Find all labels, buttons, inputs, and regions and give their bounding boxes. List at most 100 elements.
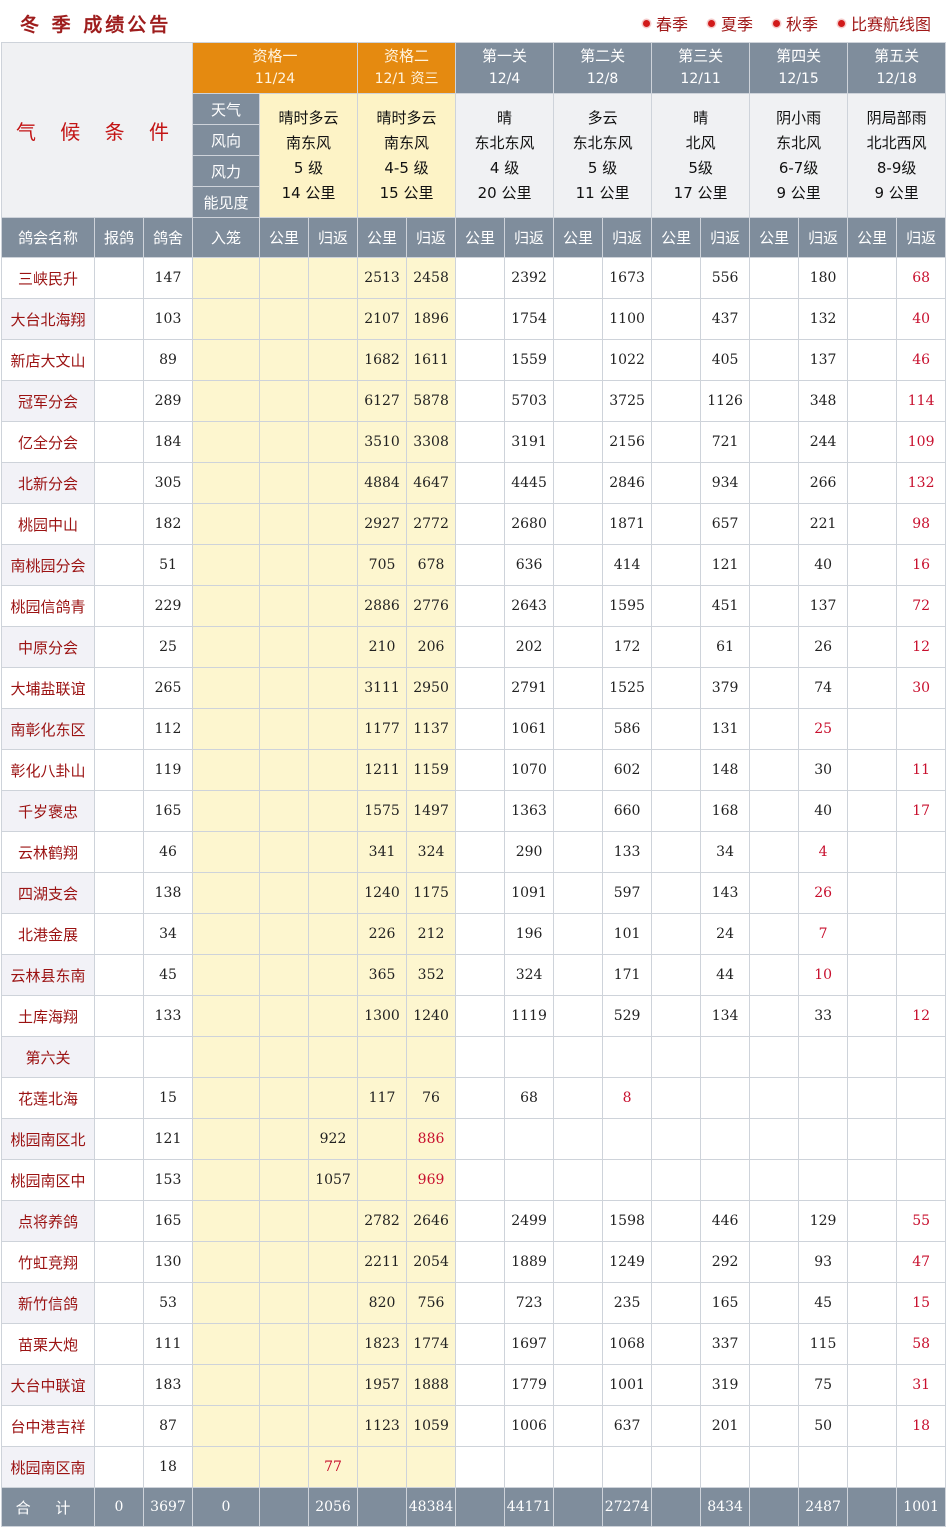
cell-value xyxy=(307,954,359,996)
cell-value: 1896 xyxy=(406,298,457,340)
cell-value xyxy=(94,298,144,340)
cell-value xyxy=(700,1446,751,1488)
cell-value: 132 xyxy=(798,298,849,340)
cell-value xyxy=(651,380,702,422)
cell-value: 112 xyxy=(143,708,193,750)
nav-link-route-map[interactable]: 比赛航线图 xyxy=(837,11,931,35)
cell-value xyxy=(307,831,359,873)
cell-value: 25 xyxy=(143,626,193,668)
cell-value xyxy=(259,790,309,832)
cell-value: 922 xyxy=(307,1118,359,1160)
cell-value xyxy=(94,1446,144,1488)
cell-value xyxy=(192,1282,260,1324)
cell-value xyxy=(455,626,506,668)
cell-value: 26 xyxy=(798,626,849,668)
table-row: 中原分会 25 210 206 202 172 61 26 12 xyxy=(1,626,947,668)
stage-name: 第二关 xyxy=(580,47,626,65)
results-table: 气 候 条 件 资格一 11/24 资格二 12/1 资三 第一关 12/4 第二关 12/8… xyxy=(1,42,947,1527)
cell-value xyxy=(94,790,144,832)
cell-value xyxy=(749,1159,800,1201)
club-name: 大台中联谊 xyxy=(1,1364,95,1406)
cell-value: 5878 xyxy=(406,380,457,422)
cell-value: 4 xyxy=(798,831,849,873)
cell-value: 292 xyxy=(700,1241,751,1283)
cell-value: 2846 xyxy=(602,462,653,504)
cell-value xyxy=(651,626,702,668)
cell-value: 1175 xyxy=(406,872,457,914)
nav-link-label: 比赛航线图 xyxy=(850,15,931,34)
column-header: 归返 xyxy=(504,217,555,258)
cell-value xyxy=(847,503,898,545)
cell-value xyxy=(307,1077,359,1119)
cell-value: 414 xyxy=(602,544,653,586)
cell-value: 226 xyxy=(357,913,408,955)
cell-value: 1240 xyxy=(406,995,457,1037)
cell-value: 1159 xyxy=(406,749,457,791)
cell-value: 1575 xyxy=(357,790,408,832)
cell-value: 137 xyxy=(798,339,849,381)
club-name: 桃园信鸽青 xyxy=(1,585,95,627)
stage-header: 第四关 12/15 xyxy=(749,42,849,94)
cell-value: 2643 xyxy=(504,585,555,627)
cell-value: 1068 xyxy=(602,1323,653,1365)
total-value xyxy=(259,1487,309,1527)
cell-value: 1611 xyxy=(406,339,457,381)
cell-value: 1871 xyxy=(602,503,653,545)
table-row: 第六关 xyxy=(1,1036,947,1078)
cell-value: 77 xyxy=(307,1446,359,1488)
total-value: 3697 xyxy=(143,1487,193,1527)
weather-value: 5 级 xyxy=(587,158,618,177)
cell-value xyxy=(455,667,506,709)
nav-link-summer[interactable]: 夏季 xyxy=(707,11,753,35)
cell-value: 597 xyxy=(602,872,653,914)
club-name: 四湖支会 xyxy=(1,872,95,914)
cell-value xyxy=(700,1118,751,1160)
cell-value: 324 xyxy=(504,954,555,996)
total-value: 48384 xyxy=(406,1487,457,1527)
weather-value: 17 公里 xyxy=(673,183,728,202)
cell-value xyxy=(94,380,144,422)
cell-value: 109 xyxy=(896,421,947,463)
weather-value: 4-5 级 xyxy=(384,158,429,177)
cell-value xyxy=(749,1282,800,1324)
club-name: 三峡民升 xyxy=(1,257,95,299)
column-header: 公里 xyxy=(749,217,800,258)
cell-value: 1100 xyxy=(602,298,653,340)
cell-value: 1091 xyxy=(504,872,555,914)
cell-value xyxy=(553,1036,604,1078)
cell-value xyxy=(259,1323,309,1365)
column-header: 公里 xyxy=(847,217,898,258)
cell-value: 129 xyxy=(798,1200,849,1242)
cell-value xyxy=(553,1446,604,1488)
cell-value: 114 xyxy=(896,380,947,422)
cell-value: 89 xyxy=(143,339,193,381)
weather-label: 风向 xyxy=(192,124,260,156)
cell-value: 15 xyxy=(143,1077,193,1119)
cell-value xyxy=(749,1118,800,1160)
stage-date: 12/18 xyxy=(876,71,917,87)
cell-value: 131 xyxy=(700,708,751,750)
cell-value xyxy=(192,544,260,586)
cell-value: 143 xyxy=(700,872,751,914)
cell-value xyxy=(94,257,144,299)
cell-value xyxy=(700,1036,751,1078)
cell-value xyxy=(259,626,309,668)
cell-value xyxy=(798,1159,849,1201)
cell-value: 1240 xyxy=(357,872,408,914)
cell-value: 451 xyxy=(700,585,751,627)
cell-value: 319 xyxy=(700,1364,751,1406)
cell-value xyxy=(504,1118,555,1160)
nav-link-autumn[interactable]: 秋季 xyxy=(772,11,818,35)
cell-value: 26 xyxy=(798,872,849,914)
cell-value xyxy=(847,339,898,381)
nav-link-spring[interactable]: 春季 xyxy=(642,11,688,35)
table-row: 四湖支会 138 1240 1175 1091 597 143 26 xyxy=(1,872,947,914)
club-name: 新竹信鸽 xyxy=(1,1282,95,1324)
cell-value xyxy=(259,1241,309,1283)
cell-value: 183 xyxy=(143,1364,193,1406)
weather-value: 北北西风 xyxy=(866,133,927,152)
cell-value xyxy=(651,831,702,873)
cell-value xyxy=(749,667,800,709)
cell-value: 1888 xyxy=(406,1364,457,1406)
cell-value xyxy=(307,913,359,955)
